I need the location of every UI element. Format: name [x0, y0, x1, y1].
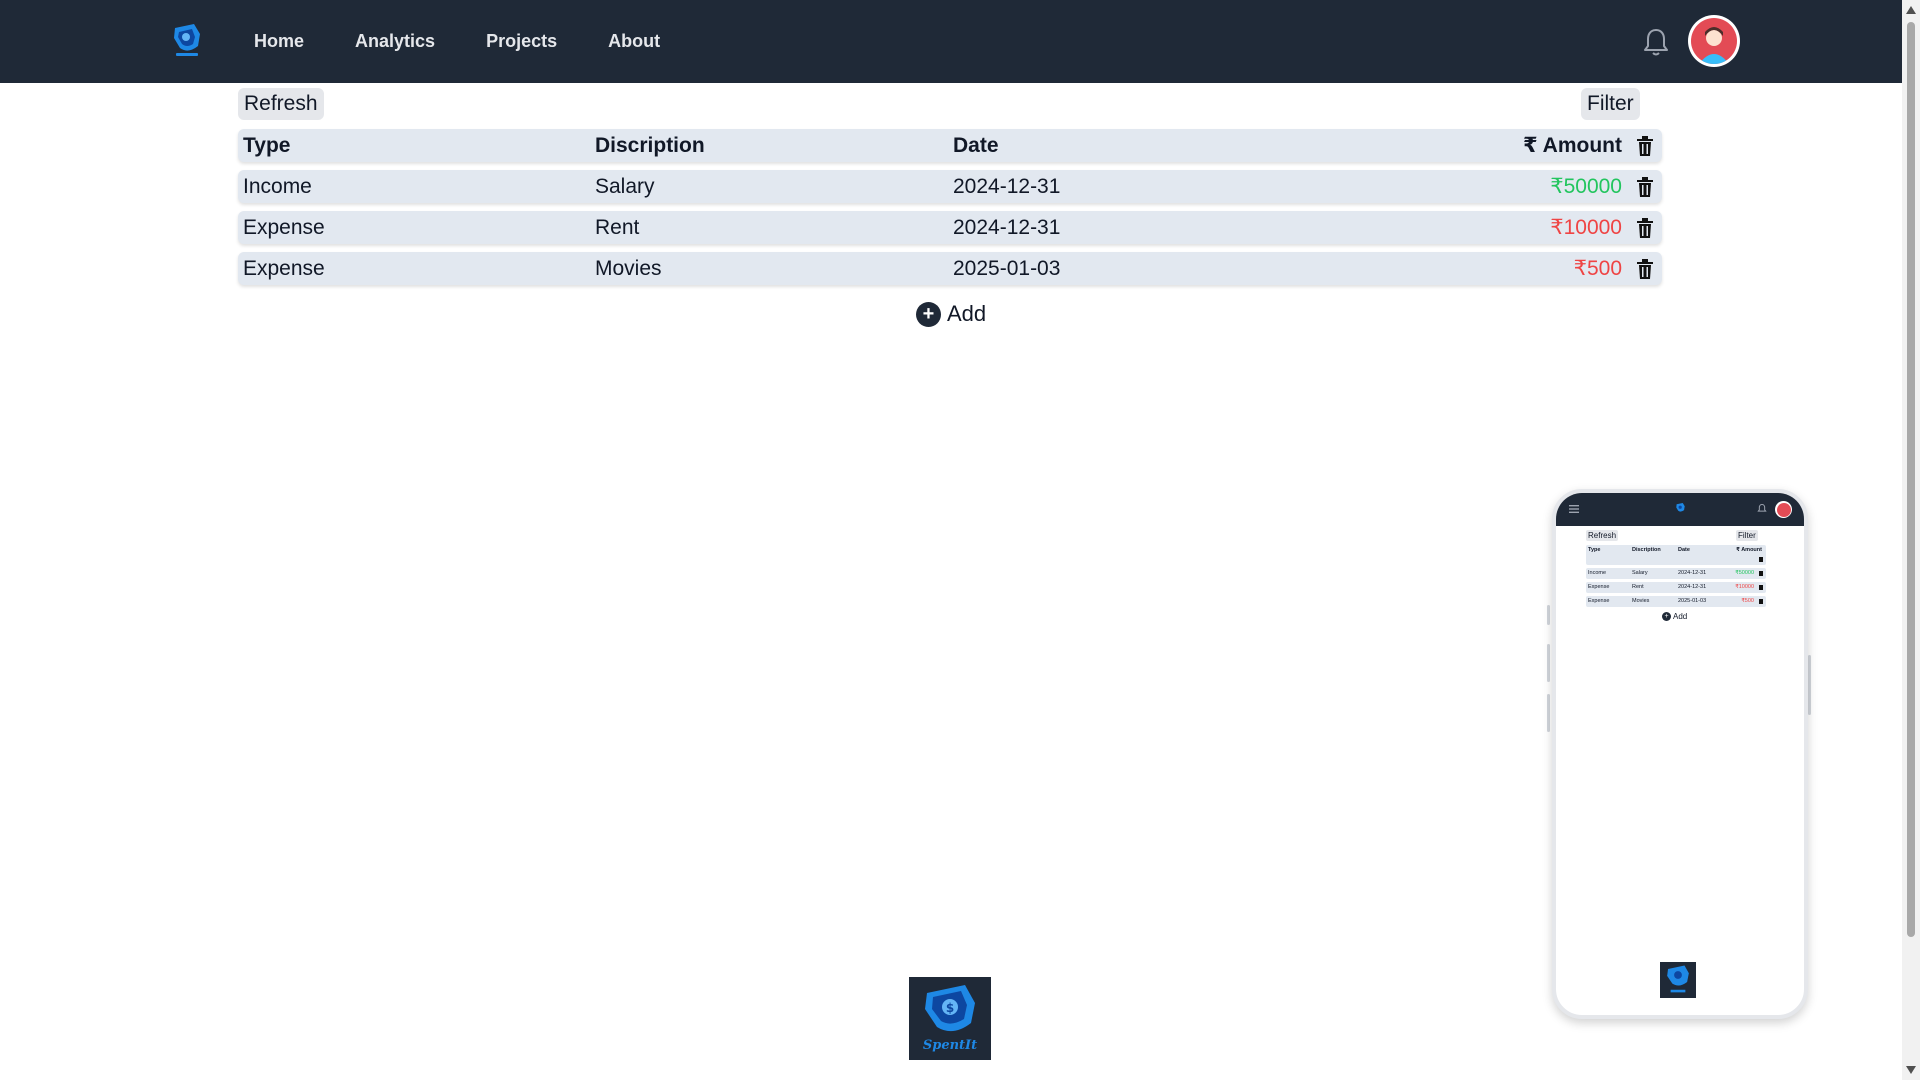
row-amount: ₹500	[1741, 598, 1754, 604]
phone-navbar	[1556, 493, 1804, 526]
nav-home-link[interactable]: Home	[254, 31, 304, 52]
header-description: Discription	[595, 134, 705, 157]
header-amount: ₹ Amount	[1523, 134, 1622, 157]
trash-icon[interactable]	[1636, 218, 1654, 238]
table-row: Income Salary 2024-12-31 ₹50000	[238, 170, 1662, 203]
add-transaction-button[interactable]: + Add	[916, 300, 986, 328]
nav-about-link[interactable]: About	[608, 31, 660, 52]
trash-icon	[1759, 585, 1763, 590]
phone-add-button: + Add	[1662, 612, 1687, 621]
header-amount: ₹ Amount	[1736, 547, 1762, 553]
bell-icon[interactable]	[1641, 26, 1671, 58]
phone-power-button	[1808, 655, 1811, 715]
filter-button[interactable]: Filter	[1581, 88, 1640, 120]
row-type: Expense	[1588, 584, 1610, 590]
header-description: Discription	[1632, 547, 1661, 553]
footer-brand-text: SpentIt	[923, 1038, 977, 1053]
table-row: Expense Movies 2025-01-03 ₹500	[238, 252, 1662, 285]
plus-circle-icon: +	[1662, 612, 1671, 621]
phone-table-row: Income Salary 2024-12-31 ₹50000	[1586, 568, 1766, 579]
row-date: 2024-12-31	[953, 216, 1061, 239]
row-description: Salary	[1632, 570, 1648, 576]
row-type: Expense	[243, 216, 325, 239]
refresh-button[interactable]: Refresh	[238, 88, 324, 120]
page-scrollbar[interactable]	[1902, 0, 1920, 1080]
scroll-thumb[interactable]	[1907, 22, 1915, 937]
mobile-preview: Refresh Filter Type Discription Date ₹ A…	[1552, 489, 1808, 1019]
header-type: Type	[1588, 547, 1601, 553]
header-date: Date	[953, 134, 999, 157]
row-amount: ₹10000	[1550, 216, 1622, 239]
spentit-logo	[1676, 503, 1685, 512]
row-description: Movies	[1632, 598, 1650, 604]
trash-icon	[1759, 571, 1763, 576]
header-date: Date	[1678, 547, 1690, 553]
row-date: 2024-12-31	[1678, 584, 1707, 590]
delete-all-icon[interactable]	[1636, 136, 1654, 156]
phone-table-row: Expense Movies 2025-01-03 ₹500	[1586, 596, 1766, 607]
row-date: 2025-01-03	[1678, 598, 1707, 604]
avatar-face-icon	[1699, 27, 1729, 64]
plus-circle-icon: +	[916, 301, 941, 327]
spentit-logo[interactable]	[170, 22, 204, 60]
phone-table-row: Expense Rent 2024-12-31 ₹10000	[1586, 582, 1766, 593]
trash-icon	[1759, 599, 1763, 604]
phone-volume-button	[1547, 605, 1550, 625]
phone-refresh-button: Refresh	[1586, 530, 1619, 541]
row-type: Income	[243, 175, 312, 198]
spentit-logo: $ SpentIt	[923, 985, 977, 1053]
row-description: Movies	[595, 257, 662, 280]
header-type: Type	[243, 134, 291, 157]
user-avatar[interactable]	[1688, 15, 1740, 67]
row-type: Expense	[243, 257, 325, 280]
row-description: Salary	[595, 175, 655, 198]
scroll-up-arrow-icon[interactable]	[1906, 6, 1916, 14]
user-avatar	[1775, 501, 1792, 518]
row-amount: ₹50000	[1735, 570, 1754, 576]
row-date: 2025-01-03	[953, 257, 1061, 280]
trash-icon[interactable]	[1636, 259, 1654, 279]
trash-icon	[1759, 557, 1763, 562]
row-type: Income	[1588, 570, 1607, 576]
row-description: Rent	[1632, 584, 1644, 590]
phone-footer-logo	[1660, 962, 1696, 998]
row-type: Expense	[1588, 598, 1610, 604]
phone-table-header: Type Discription Date ₹ Amount	[1586, 545, 1766, 565]
trash-icon[interactable]	[1636, 177, 1654, 197]
svg-text:$: $	[946, 1001, 954, 1015]
table-header-row: Type Discription Date ₹ Amount	[238, 129, 1662, 162]
footer-brand-logo: $ SpentIt	[909, 977, 991, 1060]
bell-icon	[1757, 503, 1767, 512]
nav-analytics-link[interactable]: Analytics	[355, 31, 435, 52]
phone-filter-button: Filter	[1736, 530, 1758, 541]
row-date: 2024-12-31	[1678, 570, 1707, 576]
spentit-logo	[1667, 965, 1689, 993]
scroll-down-arrow-icon[interactable]	[1906, 1066, 1916, 1074]
transactions-table: Type Discription Date ₹ Amount Income Sa…	[238, 129, 1662, 293]
hamburger-icon	[1569, 505, 1579, 513]
row-description: Rent	[595, 216, 640, 239]
nav-projects-link[interactable]: Projects	[486, 31, 557, 52]
row-amount: ₹10000	[1735, 584, 1754, 590]
add-label: Add	[1673, 612, 1688, 621]
table-row: Expense Rent 2024-12-31 ₹10000	[238, 211, 1662, 244]
phone-volume-button	[1547, 694, 1550, 732]
top-navbar: Home Analytics Projects About	[0, 0, 1902, 83]
phone-volume-button	[1547, 644, 1550, 682]
add-label: Add	[947, 301, 987, 326]
row-date: 2024-12-31	[953, 175, 1061, 198]
row-amount: ₹500	[1573, 257, 1622, 280]
row-amount: ₹50000	[1550, 175, 1622, 198]
